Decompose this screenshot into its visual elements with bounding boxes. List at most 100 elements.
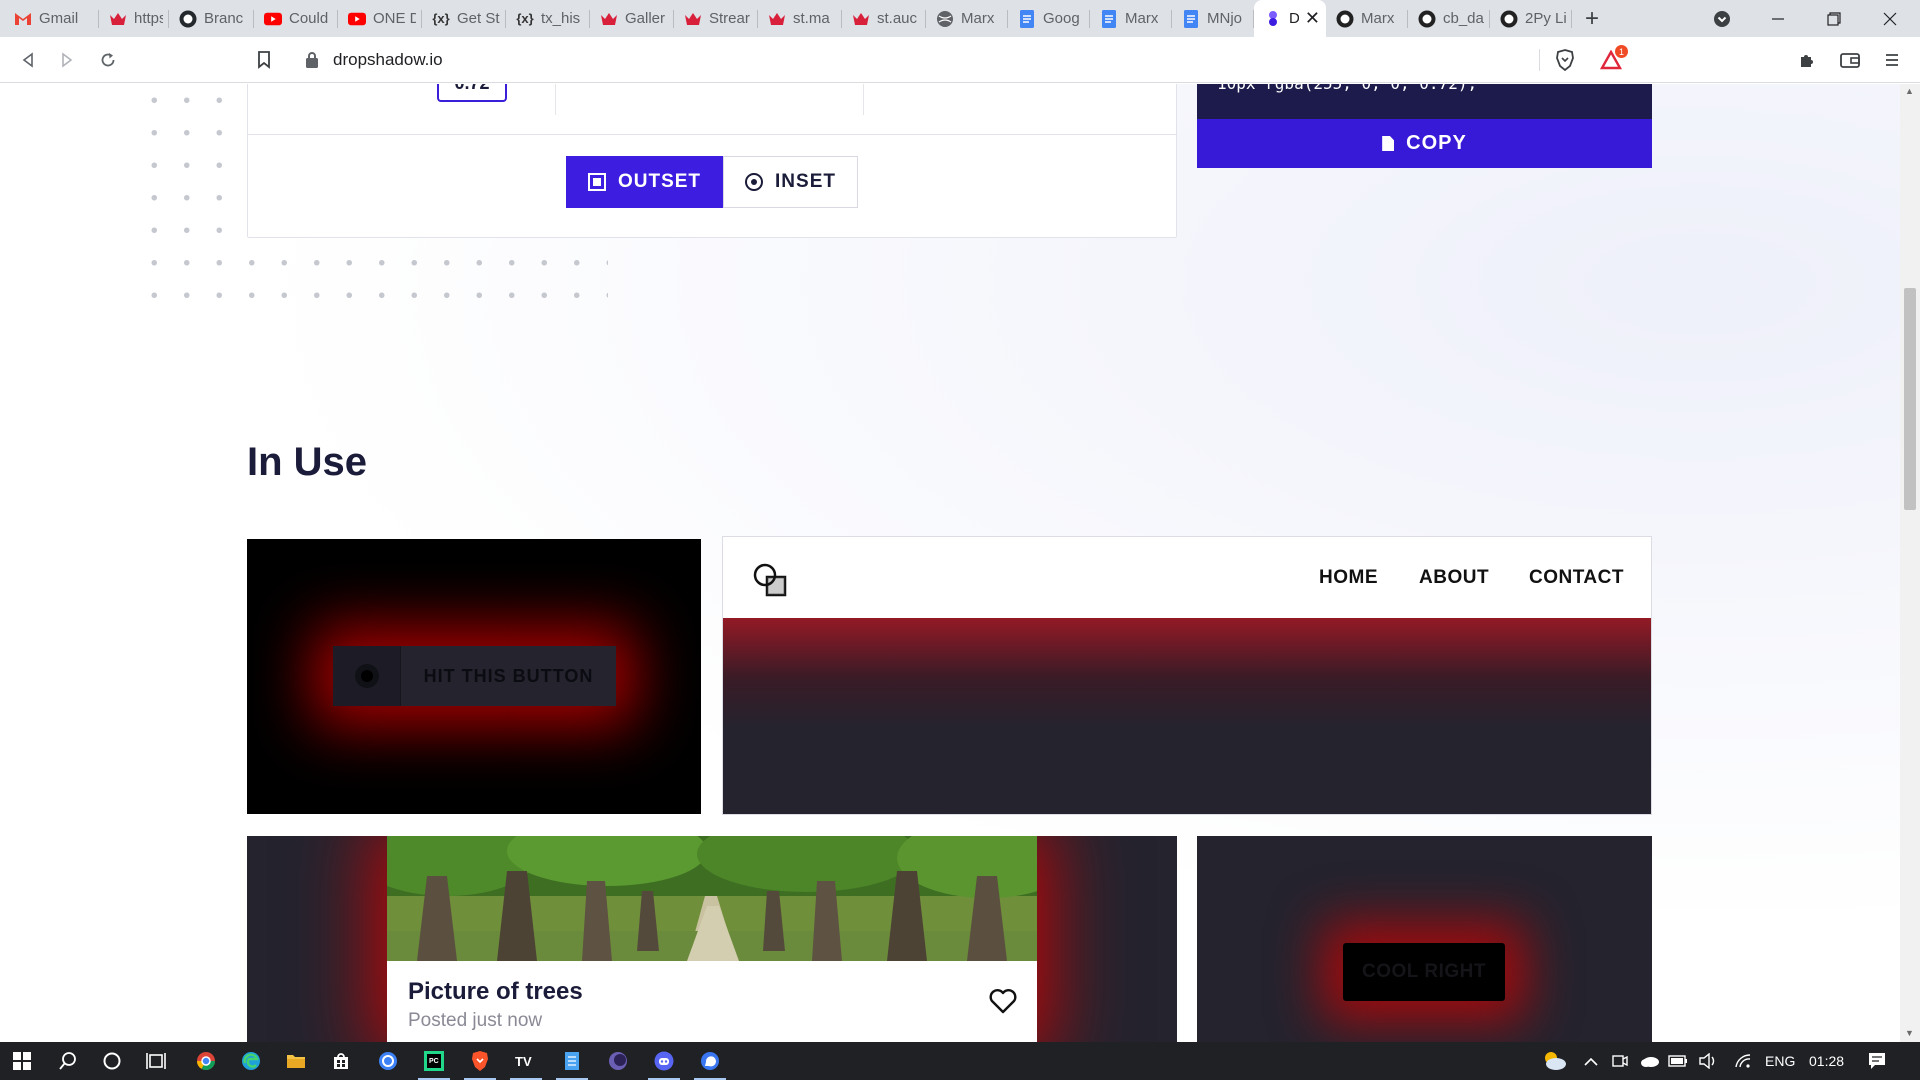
- inset-icon: [745, 173, 764, 191]
- crown-icon: [684, 10, 702, 28]
- clock[interactable]: 01:28: [1809, 1042, 1844, 1080]
- tab-title: Marx: [1125, 10, 1159, 27]
- minimize-icon[interactable]: [1750, 0, 1806, 37]
- outset-toggle[interactable]: OUTSET: [566, 156, 723, 208]
- inset-label: INSET: [775, 171, 836, 192]
- scroll-up-arrow-icon[interactable]: ▲: [1905, 86, 1914, 96]
- reload-icon[interactable]: [96, 48, 120, 72]
- card-subtitle: Posted just now: [408, 1010, 543, 1031]
- new-tab-button[interactable]: +: [1572, 0, 1612, 37]
- browser-tab[interactable]: https:: [99, 0, 169, 37]
- opacity-value[interactable]: 0.72: [437, 84, 507, 102]
- browser-tab[interactable]: st.ma: [758, 0, 842, 37]
- hit-button-label: HIT THIS BUTTON: [423, 665, 594, 686]
- store-icon[interactable]: [319, 1042, 363, 1080]
- browser-tab[interactable]: Marx: [926, 0, 1008, 37]
- gmail-icon: [14, 10, 32, 28]
- close-window-icon[interactable]: [1862, 0, 1918, 37]
- tab-title: st.ma: [793, 10, 830, 27]
- inset-toggle[interactable]: INSET: [723, 156, 858, 208]
- tab-title: st.auc: [877, 10, 918, 27]
- tab-title: Strear: [709, 10, 750, 27]
- tab-search-icon[interactable]: [1694, 0, 1750, 37]
- browser-tab[interactable]: st.auc: [842, 0, 926, 37]
- nav-home[interactable]: HOME: [1319, 567, 1378, 589]
- tab-title: Get St: [457, 10, 500, 27]
- volume-icon[interactable]: [1698, 1042, 1718, 1080]
- brave-browser-icon[interactable]: [458, 1042, 502, 1080]
- extensions-icon[interactable]: [1795, 48, 1819, 72]
- notepad-icon[interactable]: [550, 1042, 594, 1080]
- tab-title: Goog: [1043, 10, 1080, 27]
- show-hidden-icons-icon[interactable]: [1584, 1042, 1598, 1080]
- browser-tab[interactable]: Branc: [169, 0, 254, 37]
- signal-app-icon[interactable]: [366, 1042, 410, 1080]
- brave-shield-icon[interactable]: [1553, 48, 1577, 72]
- browser-tab[interactable]: MNjo: [1172, 0, 1254, 37]
- signal-messenger-icon[interactable]: [688, 1042, 732, 1080]
- card-divider: [248, 134, 1176, 135]
- heart-icon[interactable]: [989, 988, 1017, 1014]
- chrome-icon[interactable]: [184, 1042, 228, 1080]
- edge-icon[interactable]: [229, 1042, 273, 1080]
- task-view-icon[interactable]: [134, 1042, 178, 1080]
- browser-tab[interactable]: Dr ✕: [1254, 0, 1326, 37]
- weather-icon[interactable]: [1540, 1042, 1568, 1080]
- meet-now-icon[interactable]: [1612, 1042, 1628, 1080]
- browser-tab[interactable]: Goog: [1008, 0, 1090, 37]
- browser-tab[interactable]: Could: [254, 0, 338, 37]
- file-explorer-icon[interactable]: [274, 1042, 318, 1080]
- forward-icon[interactable]: [55, 48, 79, 72]
- browser-tab[interactable]: 2Py Li: [1490, 0, 1572, 37]
- restore-icon[interactable]: [1806, 0, 1862, 37]
- browser-tab[interactable]: Marx: [1090, 0, 1172, 37]
- tradingview-icon[interactable]: TV: [504, 1042, 548, 1080]
- browser-tab[interactable]: cb_da: [1408, 0, 1490, 37]
- discord-icon[interactable]: [642, 1042, 686, 1080]
- picture-card[interactable]: Picture of trees Posted just now: [387, 836, 1037, 1042]
- toolbar-divider: [1539, 49, 1540, 71]
- search-icon[interactable]: [46, 1042, 90, 1080]
- logo-icon[interactable]: [753, 563, 789, 599]
- language-indicator[interactable]: ENG: [1765, 1042, 1795, 1080]
- back-icon[interactable]: [16, 48, 40, 72]
- battery-icon[interactable]: [1668, 1042, 1688, 1080]
- browser-tab[interactable]: {x} tx_his: [506, 0, 590, 37]
- browser-tab[interactable]: ONE D: [338, 0, 422, 37]
- menu-icon[interactable]: [1880, 48, 1904, 72]
- browser-tab[interactable]: Marx: [1326, 0, 1408, 37]
- tab-strip: Gmail https: Branc Could ONE D {x} Get St {x} tx…: [0, 0, 1920, 37]
- cool-right-button[interactable]: COOL RIGHT: [1343, 943, 1505, 1001]
- windows-start-icon[interactable]: [0, 1042, 44, 1080]
- scroll-down-arrow-icon[interactable]: ▼: [1905, 1028, 1914, 1038]
- browser-tab[interactable]: Strear: [674, 0, 758, 37]
- browser-tab[interactable]: Gmail: [4, 0, 99, 37]
- eclipse-icon[interactable]: [596, 1042, 640, 1080]
- tab-title: https:: [134, 10, 163, 27]
- page-content: 0.72 OUTSET INSET 10px rgba(255, 0, 0, 0…: [0, 84, 1900, 1042]
- scroll-thumb[interactable]: [1904, 288, 1916, 510]
- cortana-icon[interactable]: [90, 1042, 134, 1080]
- css-code-line: 10px rgba(255, 0, 0, 0.72);: [1217, 84, 1477, 93]
- onedrive-icon[interactable]: [1640, 1042, 1660, 1080]
- crown-icon: [600, 10, 618, 28]
- bookmark-icon[interactable]: [252, 48, 276, 72]
- brave-rewards-icon[interactable]: 1: [1594, 45, 1628, 72]
- wallet-icon[interactable]: [1838, 48, 1862, 72]
- url-text[interactable]: dropshadow.io: [333, 50, 443, 70]
- variable-icon: {x}: [432, 11, 450, 26]
- hit-this-button[interactable]: HIT THIS BUTTON: [333, 646, 616, 706]
- copy-button[interactable]: COPY: [1197, 119, 1652, 168]
- browser-tab[interactable]: Galler: [590, 0, 674, 37]
- page-scrollbar[interactable]: ▲ ▼: [1900, 84, 1920, 1042]
- nav-about[interactable]: ABOUT: [1419, 567, 1489, 589]
- notifications-icon[interactable]: [1868, 1042, 1886, 1080]
- pycharm-icon[interactable]: PC: [412, 1042, 456, 1080]
- lock-icon[interactable]: [305, 51, 319, 69]
- docs-icon: [1182, 9, 1200, 28]
- close-tab-icon[interactable]: ✕: [1305, 8, 1320, 29]
- browser-tab[interactable]: {x} Get St: [422, 0, 506, 37]
- crown-icon: [768, 10, 786, 28]
- wifi-icon[interactable]: [1734, 1042, 1752, 1080]
- nav-contact[interactable]: CONTACT: [1529, 567, 1624, 589]
